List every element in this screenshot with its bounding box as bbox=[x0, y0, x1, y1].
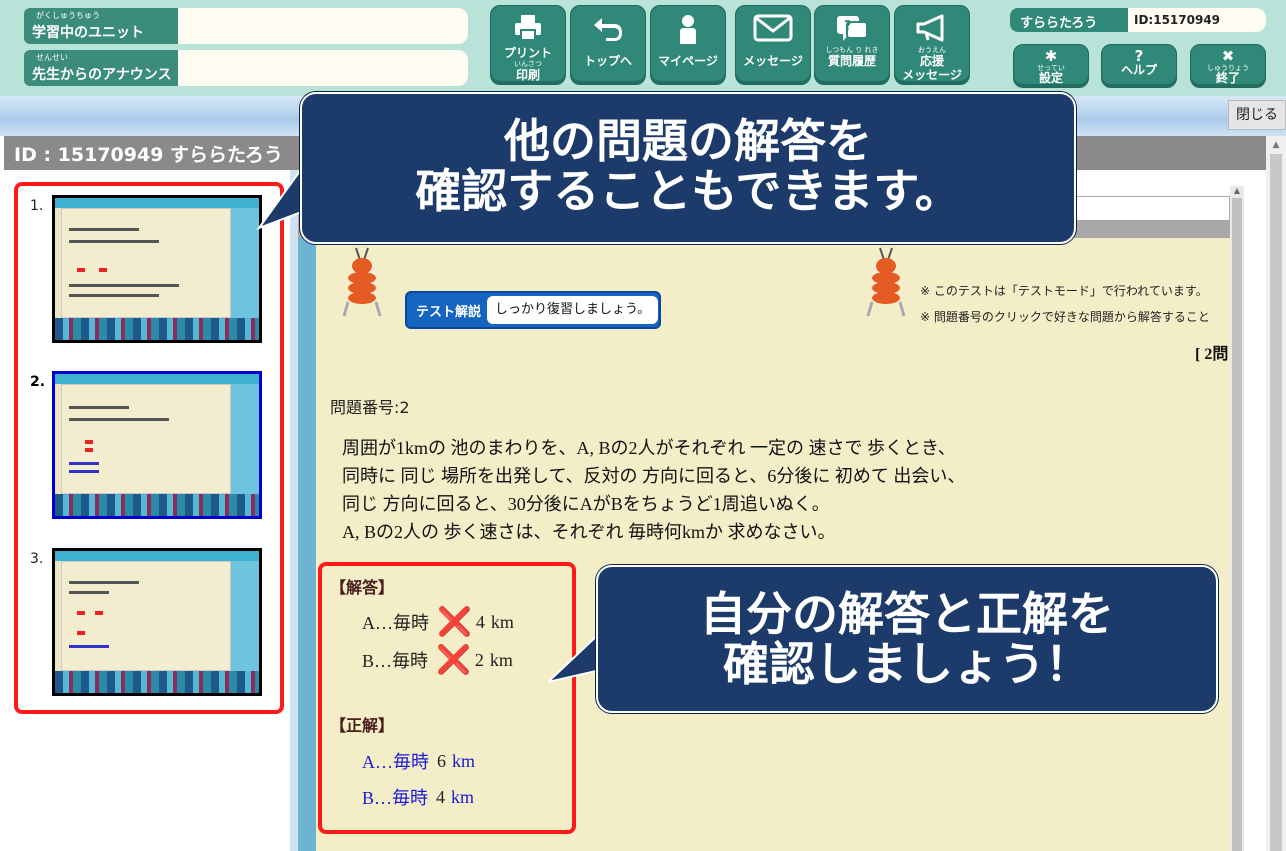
content-scroll-up-icon[interactable]: ▲ bbox=[1230, 186, 1244, 198]
content-scroll-thumb[interactable] bbox=[1232, 198, 1242, 851]
close-icon: ✖ bbox=[1221, 47, 1235, 65]
my-page-button[interactable]: マイページ bbox=[650, 5, 726, 85]
megaphone-icon bbox=[895, 14, 969, 46]
gear-icon: ✱ bbox=[1044, 47, 1058, 65]
settings-button[interactable]: ✱ せってい 設定 bbox=[1013, 44, 1089, 88]
announcement-label: せんせい 先生からのアナウンス bbox=[24, 50, 178, 86]
answer-highlight-frame bbox=[318, 562, 576, 834]
current-unit-ruby: がくしゅうちゅう bbox=[36, 11, 100, 20]
other-questions-callout: 他の問題の解答を 確認することもできます。 bbox=[300, 92, 1076, 244]
current-unit-row: がくしゅうちゅう 学習中のユニット bbox=[24, 8, 468, 44]
user-name: すららたろう bbox=[1010, 8, 1128, 32]
question-line: 同じ 方向に回ると、30分後にAがBをちょうど1周追いぬく。 bbox=[342, 494, 830, 514]
question-line: A, Bの2人の 歩く速さは、それぞれ 毎時何kmか 求めなさい。 bbox=[342, 522, 836, 542]
person-icon bbox=[651, 14, 725, 46]
test-mode-note: ※ このテストは「テストモード」で行われています。 bbox=[920, 284, 1208, 298]
thumbnail-highlight-frame bbox=[14, 182, 284, 714]
announcement-value bbox=[178, 50, 468, 86]
question-line: 同時に 同じ 場所を出発して、反対の 方向に回ると、6分後に 初めて 出会い、 bbox=[342, 466, 966, 486]
question-click-note: ※ 問題番号のクリックで好きな問題から解答すること bbox=[920, 310, 1210, 324]
print-button[interactable]: プリント いんさつ 印刷 bbox=[490, 5, 566, 85]
top-page-button[interactable]: トップへ bbox=[570, 5, 646, 85]
current-unit-label: がくしゅうちゅう 学習中のユニット bbox=[24, 8, 178, 44]
test-explanation-badge: テスト解説 しっかり復習しましょう。 bbox=[405, 291, 661, 329]
message-button[interactable]: メッセージ bbox=[735, 5, 811, 85]
return-arrow-icon bbox=[571, 14, 645, 46]
content-left-strip bbox=[298, 238, 316, 851]
outer-scroll-thumb[interactable] bbox=[1270, 154, 1282, 851]
current-unit-value bbox=[178, 8, 468, 44]
question-line: 周囲が1kmの 池のまわりを、A, Bの2人がそれぞれ 一定の 速さで 歩くとき… bbox=[342, 438, 956, 458]
mascot-right-icon bbox=[866, 247, 906, 317]
announcement-ruby: せんせい bbox=[36, 53, 68, 62]
announcement-row: せんせい 先生からのアナウンス bbox=[24, 50, 468, 86]
question-history-icon: ? bbox=[815, 14, 889, 46]
scroll-up-arrow-icon[interactable]: ▲ bbox=[1266, 140, 1286, 150]
mascot-left-icon bbox=[342, 247, 382, 317]
check-answer-callout: 自分の解答と正解を 確認しましょう！ bbox=[596, 565, 1218, 713]
question-history-button[interactable]: ? しつもん り れき 質問履歴 bbox=[814, 5, 890, 85]
user-id: ID:15170949 bbox=[1128, 8, 1266, 32]
envelope-icon bbox=[736, 14, 810, 46]
question-page-marker: [ 2問 bbox=[1195, 346, 1229, 363]
svg-text:?: ? bbox=[844, 19, 852, 34]
outer-scrollbar[interactable]: ▲ bbox=[1266, 136, 1286, 851]
printer-icon bbox=[491, 14, 565, 46]
help-icon: ? bbox=[1134, 47, 1144, 65]
close-window-button[interactable]: 閉じる bbox=[1228, 100, 1286, 130]
exit-button[interactable]: ✖ しゅうりょう 終了 bbox=[1190, 44, 1266, 88]
cheer-message-button[interactable]: おうえん 応援 メッセージ bbox=[894, 5, 970, 85]
help-button[interactable]: ? ヘルプ bbox=[1101, 44, 1177, 88]
app-header: がくしゅうちゅう 学習中のユニット せんせい 先生からのアナウンス プリント い… bbox=[0, 0, 1286, 96]
question-number: 問題番号:2 bbox=[330, 398, 410, 417]
